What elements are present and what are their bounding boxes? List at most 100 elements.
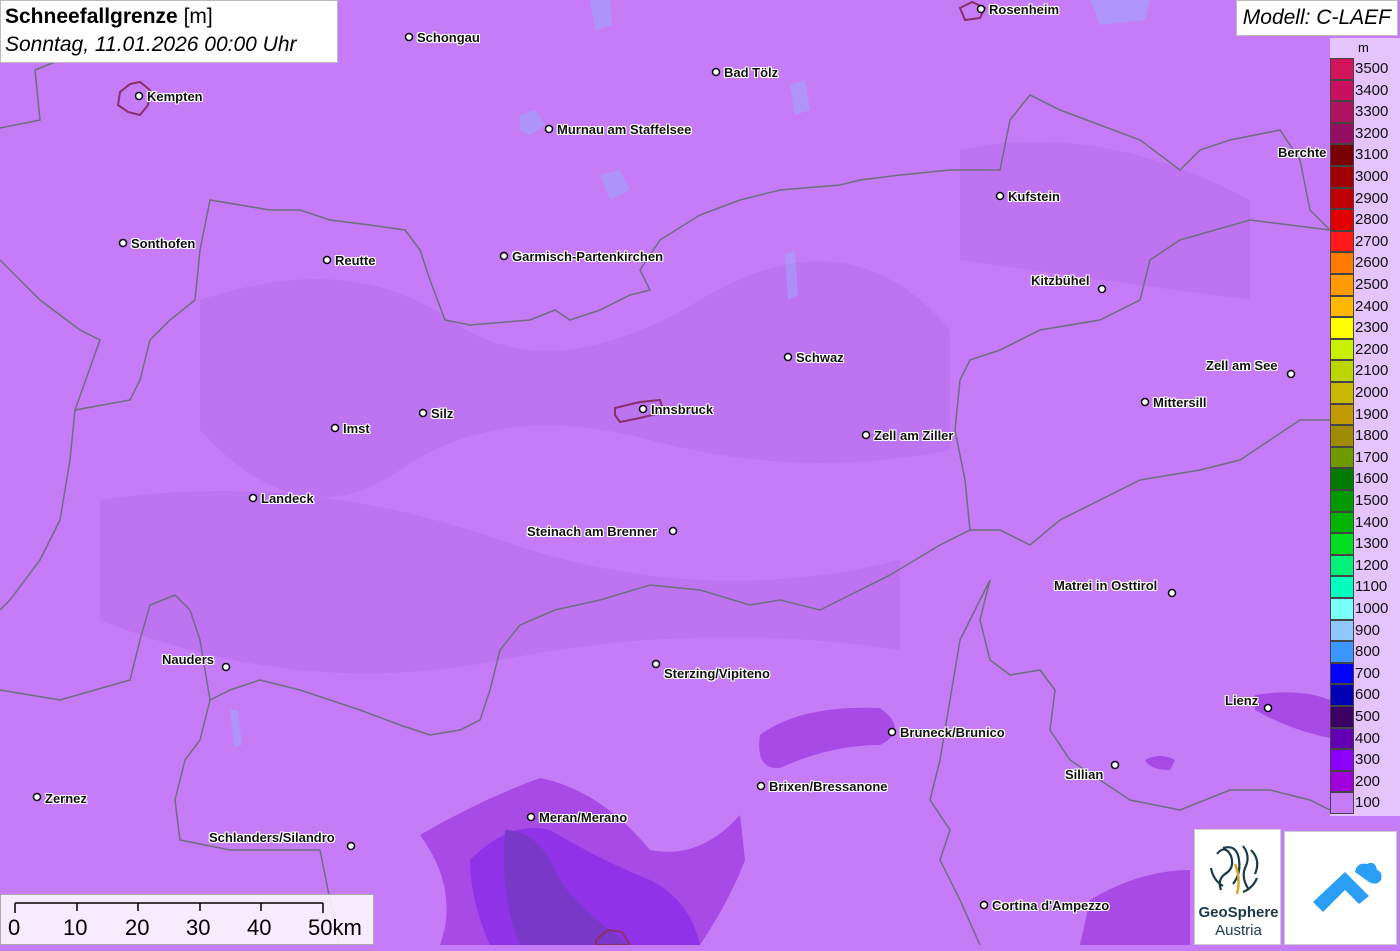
legend-swatch (1330, 468, 1354, 490)
legend-label: 2500 (1355, 276, 1389, 293)
city-label-zell-am-see: Zell am See (1206, 358, 1278, 373)
city-label-schongau: Schongau (417, 30, 480, 45)
legend-row: 2500 (1330, 274, 1400, 296)
scale-label-20: 20 (125, 915, 150, 940)
legend-label: 100 (1355, 794, 1381, 812)
legend-unit: m (1358, 40, 1369, 55)
city-label-zernez: Zernez (45, 791, 87, 806)
legend-row: 500 (1330, 706, 1400, 728)
legend-row: 900 (1330, 619, 1400, 642)
legend-label: 3500 (1355, 60, 1389, 77)
legend-row: 3200 (1330, 122, 1400, 145)
city-label-berchte: Berchte (1278, 145, 1327, 160)
city-label-meran: Meran/Merano (539, 810, 628, 825)
legend-label: 1300 (1355, 535, 1389, 553)
legend-swatch (1330, 425, 1354, 447)
legend-swatch (1330, 209, 1354, 231)
marker-zell-am-see (1286, 369, 1296, 379)
legend-row: 1500 (1330, 490, 1400, 512)
legend-swatch (1330, 101, 1354, 123)
legend-swatch (1330, 274, 1354, 296)
legend-swatch (1330, 187, 1354, 210)
legend-swatch (1330, 619, 1354, 642)
legend-row: 3000 (1330, 166, 1400, 188)
legend-swatch (1330, 252, 1354, 274)
geosphere-logo[interactable]: GeoSphere Austria (1194, 829, 1281, 945)
scale-label-40: 40 (247, 915, 272, 940)
legend-row: 1400 (1330, 511, 1400, 534)
legend-swatch (1330, 382, 1354, 404)
marker-sterzing (651, 659, 661, 669)
legend-swatch (1330, 79, 1354, 102)
city-label-steinach: Steinach am Brenner (527, 524, 658, 539)
marker-silz (418, 408, 428, 418)
weather-app-logo[interactable] (1284, 831, 1397, 945)
legend-label: 1200 (1355, 556, 1389, 574)
marker-sonthofen (118, 238, 128, 248)
city-label-schwaz: Schwaz (796, 350, 844, 365)
legend-swatch (1330, 58, 1354, 80)
legend-label: 500 (1355, 708, 1381, 725)
legend-label: 2100 (1355, 362, 1389, 380)
legend-row: 2700 (1330, 230, 1400, 253)
city-label-kitzbuehel: Kitzbühel (1031, 273, 1090, 288)
legend-row: 300 (1330, 749, 1400, 771)
marker-matrei (1167, 588, 1177, 598)
marker-meran (526, 812, 536, 822)
legend-swatch (1330, 295, 1354, 318)
scale-label-10: 10 (63, 915, 88, 940)
marker-garmisch (499, 251, 509, 261)
legend-row: 1200 (1330, 554, 1400, 577)
marker-schlanders (346, 841, 356, 851)
legend-row: 800 (1330, 641, 1400, 663)
legend-label: 1700 (1355, 448, 1389, 466)
legend-row: 1800 (1330, 425, 1400, 447)
city-label-silz: Silz (431, 406, 454, 421)
marker-mittersill (1140, 397, 1150, 407)
marker-reutte (322, 255, 332, 265)
legend-row: 2000 (1330, 382, 1400, 404)
marker-nauders (221, 662, 231, 672)
city-label-bruneck: Bruneck/Brunico (900, 725, 1005, 740)
legend-swatch (1330, 641, 1354, 663)
marker-zell-am-ziller (861, 430, 871, 440)
marker-zernez (32, 792, 42, 802)
legend-label: 400 (1355, 729, 1381, 747)
geosphere-text-line2: Austria (1215, 922, 1262, 939)
legend-label: 3100 (1355, 146, 1389, 164)
city-label-murnau: Murnau am Staffelsee (557, 122, 692, 137)
city-label-mittersill: Mittersill (1153, 395, 1207, 410)
legend-swatch (1330, 166, 1354, 188)
city-label-rosenheim: Rosenheim (989, 2, 1060, 17)
legend-row: 2100 (1330, 360, 1400, 382)
city-label-kempten: Kempten (147, 89, 203, 104)
legend-swatch (1330, 317, 1354, 339)
legend-row: 1100 (1330, 576, 1400, 598)
scale-label-0: 0 (8, 915, 21, 940)
marker-kempten (134, 91, 144, 101)
city-label-sonthofen: Sonthofen (131, 236, 196, 251)
map-title: Schneefallgrenze (5, 5, 178, 28)
legend-label: 1500 (1355, 492, 1389, 509)
color-legend: m 3500 3400 3300 3200 3100 3000 2900 2800 2700 26… (1330, 38, 1400, 816)
city-label-reutte: Reutte (335, 253, 376, 268)
legend-label: 3400 (1355, 81, 1389, 99)
map-canvas[interactable] (0, 0, 1400, 945)
legend-swatch (1330, 662, 1354, 685)
map-background (0, 0, 1400, 945)
city-label-matrei: Matrei in Osttirol (1054, 578, 1158, 593)
legend-label: 3200 (1355, 124, 1389, 142)
marker-bruneck (887, 727, 897, 737)
legend-swatch (1330, 446, 1354, 469)
city-label-imst: Imst (343, 421, 370, 436)
legend-swatch (1330, 576, 1354, 598)
legend-row: 1700 (1330, 446, 1400, 469)
city-label-sillian: Sillian (1065, 767, 1104, 782)
marker-murnau (544, 124, 554, 134)
marker-lienz (1263, 703, 1273, 713)
legend-label: 1400 (1355, 513, 1389, 531)
map-subtitle-date: Sonntag, 11.01.2026 00:00 Uhr (5, 33, 297, 56)
legend-row: 3100 (1330, 144, 1400, 166)
legend-row: 3300 (1330, 101, 1400, 123)
cloud-chevron-icon (1313, 862, 1382, 912)
